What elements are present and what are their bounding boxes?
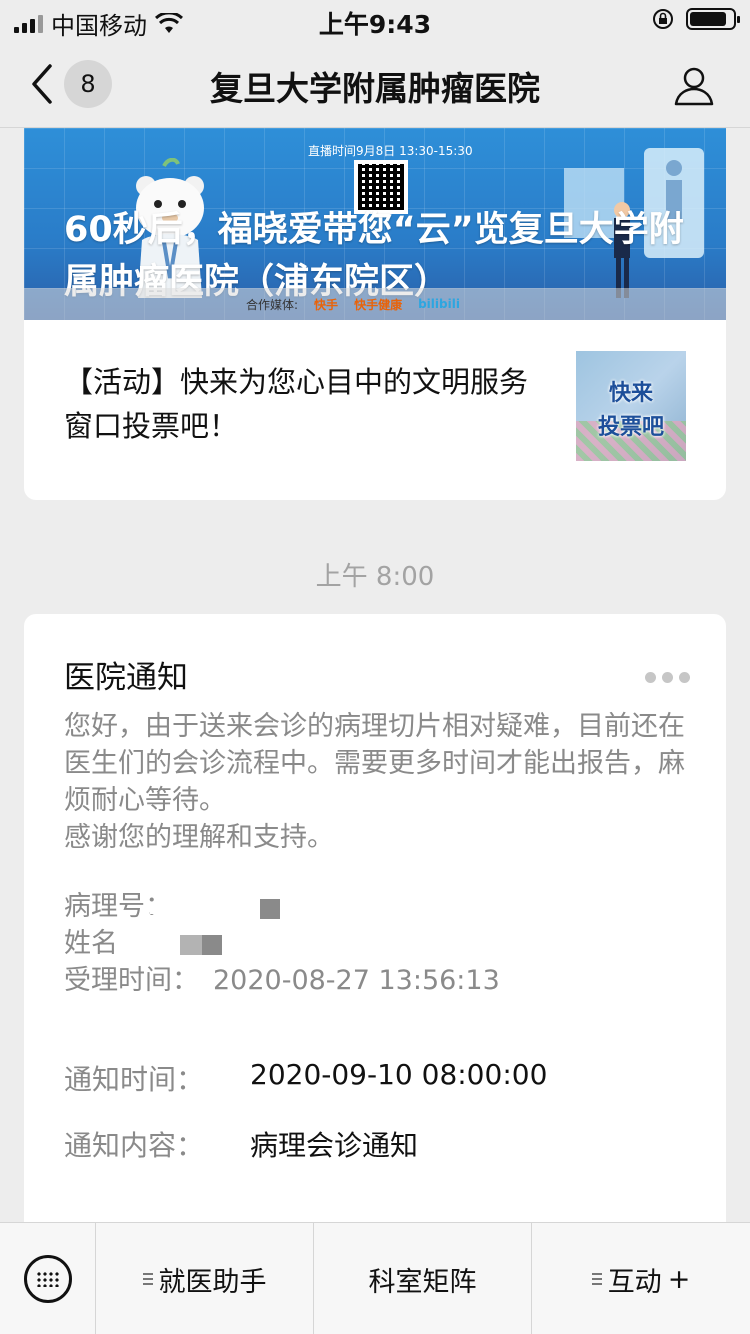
thumbnail-text-2: 投票吧 (597, 415, 664, 440)
menu-medical-assistant[interactable]: 就医助手 (96, 1223, 314, 1334)
partner-bilibili: bilibili (418, 297, 460, 311)
submenu-icon (591, 1273, 602, 1285)
rotation-lock-icon (653, 9, 673, 29)
redacted-pathology-number (260, 899, 280, 919)
page-title: 复旦大学附属肿瘤医院 (210, 69, 540, 108)
status-bar: 中国移动 上午9:43 (0, 0, 750, 40)
pathology-number-label: 病理号： (64, 891, 172, 922)
partners-strip: 合作媒体: 快手 快手健康 bilibili (24, 288, 726, 320)
banner-live-time: 直播时间9月8日 13:30-15:30 (308, 144, 473, 158)
partner-kuaishou: 快手 (314, 297, 339, 312)
article-item-title: 【活动】快来为您心目中的文明服务窗口投票吧！ (64, 365, 529, 443)
menu-interaction-label: 互动 (607, 1266, 662, 1298)
status-time: 上午9:43 (318, 10, 432, 39)
keyboard-toggle-button[interactable] (0, 1223, 96, 1334)
notify-time-label: 通知时间： (64, 1063, 205, 1096)
accept-time-row: 受理时间： 2020-08-27 13:56:13 (64, 962, 694, 999)
menu-interaction-plus: + (667, 1263, 691, 1295)
article-thumbnail: 快来 投票吧 (576, 351, 686, 461)
notify-content-row: 通知内容： 病理会诊通知 (64, 1124, 418, 1164)
keyboard-icon (24, 1255, 72, 1303)
submenu-icon (142, 1273, 153, 1285)
accept-time-label: 受理时间： (64, 965, 199, 996)
status-right (652, 8, 740, 30)
thumbnail-text-1: 快来 (608, 381, 653, 406)
patient-name-label: 姓名 (64, 928, 118, 959)
more-options-icon[interactable] (645, 672, 690, 683)
article-card[interactable]: 直播时间9月8日 13:30-15:30 60秒后，福晓爱带您“云”览复旦大学附… (24, 128, 726, 500)
notify-time-value: 2020-09-10 08:00:00 (250, 1058, 548, 1091)
battery-icon (686, 8, 740, 30)
notification-body-text: 您好，由于送来会诊的病理切片相对疑难，目前还在医生们的会诊流程中。需要更多时间才… (64, 711, 685, 816)
message-timestamp: 上午 8:00 (315, 562, 435, 592)
menu-medical-assistant-label: 就医助手 (158, 1266, 267, 1298)
patient-name-row: 姓名 (64, 925, 694, 962)
pathology-number-row: 病理号： (64, 888, 694, 925)
notify-content-label: 通知内容： (64, 1129, 205, 1162)
nav-bar: 8 复旦大学附属肿瘤医院 (0, 40, 750, 128)
menu-department-matrix[interactable]: 科室矩阵 (314, 1223, 532, 1334)
article-list-item[interactable]: 【活动】快来为您心目中的文明服务窗口投票吧！ 快来 投票吧 (24, 320, 726, 500)
menu-interaction[interactable]: 互动 + (532, 1223, 750, 1334)
bottom-menu: 就医助手 科室矩阵 互动 + (0, 1222, 750, 1334)
notification-card[interactable]: 医院通知 您好，由于送来会诊的病理切片相对疑难，目前还在医生们的会诊流程中。需要… (24, 614, 726, 1234)
notify-time-row: 通知时间： 2020-09-10 08:00:00 (64, 1058, 547, 1098)
notification-thanks-text: 感谢您的理解和支持。 (64, 822, 334, 853)
article-banner[interactable]: 直播时间9月8日 13:30-15:30 60秒后，福晓爱带您“云”览复旦大学附… (24, 128, 726, 320)
menu-department-matrix-label: 科室矩阵 (368, 1266, 477, 1298)
notification-fields: 病理号： 姓名 受理时间： 2020-08-27 13:56:13 (64, 888, 694, 999)
notification-body: 您好，由于送来会诊的病理切片相对疑难，目前还在医生们的会诊流程中。需要更多时间才… (64, 708, 694, 856)
notify-content-value: 病理会诊通知 (250, 1129, 419, 1162)
partner-kuaishou-health: 快手健康 (354, 297, 403, 312)
accept-time-value: 2020-08-27 13:56:13 (213, 965, 500, 996)
notification-title: 医院通知 (64, 660, 188, 696)
partners-label: 合作媒体: (246, 297, 299, 312)
profile-icon[interactable] (672, 64, 716, 108)
